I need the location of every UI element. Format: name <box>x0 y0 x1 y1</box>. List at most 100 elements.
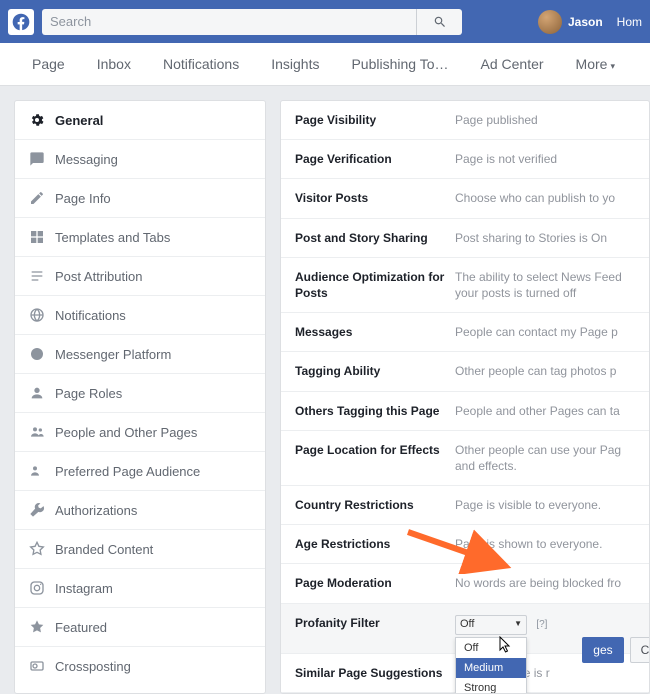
sidebar-item-label: Post Attribution <box>55 269 142 284</box>
settings-label: Visitor Posts <box>295 190 455 206</box>
option-medium[interactable]: Medium <box>456 658 526 678</box>
option-strong[interactable]: Strong <box>456 678 526 694</box>
nav-home[interactable]: Hom <box>617 15 642 29</box>
sidebar-item-post-attribution[interactable]: Post Attribution <box>15 257 265 296</box>
settings-label: Post and Story Sharing <box>295 230 455 246</box>
crosspost-icon <box>29 658 45 674</box>
user-area: Jason Hom <box>538 10 642 34</box>
settings-value: The ability to select News Feed your pos… <box>455 269 635 301</box>
settings-value: Page is not verified <box>455 151 635 167</box>
settings-label: Page Moderation <box>295 575 455 591</box>
option-off[interactable]: Off <box>456 638 526 658</box>
user-name[interactable]: Jason <box>568 15 603 29</box>
row-post-and-story-sharing[interactable]: Post and Story SharingPost sharing to St… <box>281 219 649 258</box>
sidebar-item-templates-and-tabs[interactable]: Templates and Tabs <box>15 218 265 257</box>
sidebar-item-preferred-page-audience[interactable]: Preferred Page Audience <box>15 452 265 491</box>
top-bar: Jason Hom <box>0 0 650 43</box>
sidebar-item-branded-content[interactable]: Branded Content <box>15 530 265 569</box>
audience-icon <box>29 463 45 479</box>
settings-label: Tagging Ability <box>295 363 455 379</box>
sidebar-item-label: Crossposting <box>55 659 131 674</box>
search-input[interactable] <box>42 9 416 35</box>
row-page-verification[interactable]: Page VerificationPage is not verified <box>281 140 649 179</box>
sidebar-item-authorizations[interactable]: Authorizations <box>15 491 265 530</box>
settings-value: Page is visible to everyone. <box>455 497 635 513</box>
search-icon <box>433 15 447 29</box>
settings-panel: Page VisibilityPage publishedPage Verifi… <box>280 100 650 694</box>
pencil-icon <box>29 190 45 206</box>
people-icon <box>29 424 45 440</box>
settings-label: Profanity Filter <box>295 615 455 635</box>
chat-icon <box>29 346 45 362</box>
settings-label: Country Restrictions <box>295 497 455 513</box>
globe-icon <box>29 307 45 323</box>
secondary-nav: PageInboxNotificationsInsightsPublishing… <box>0 43 650 86</box>
row-profanity-filter: Profanity Filter Off ▼ [?] OffMediumStro… <box>281 604 649 654</box>
nav-item-publishingto[interactable]: Publishing To… <box>335 56 464 72</box>
message-icon <box>29 151 45 167</box>
row-messages[interactable]: MessagesPeople can contact my Page p <box>281 313 649 352</box>
cancel-button[interactable]: Cancel <box>630 637 650 663</box>
row-others-tagging-this-page[interactable]: Others Tagging this PagePeople and other… <box>281 392 649 431</box>
sidebar-item-label: Messenger Platform <box>55 347 171 362</box>
nav-item-more[interactable]: More▾ <box>560 56 631 72</box>
sidebar-item-people-and-other-pages[interactable]: People and Other Pages <box>15 413 265 452</box>
row-country-restrictions[interactable]: Country RestrictionsPage is visible to e… <box>281 486 649 525</box>
row-audience-optimization-for-posts[interactable]: Audience Optimization for PostsThe abili… <box>281 258 649 313</box>
row-page-moderation[interactable]: Page ModerationNo words are being blocke… <box>281 564 649 603</box>
sidebar-item-label: Page Roles <box>55 386 122 401</box>
person-icon <box>29 385 45 401</box>
chevron-down-icon: ▼ <box>514 619 522 630</box>
sidebar-item-label: Messaging <box>55 152 118 167</box>
nav-item-adcenter[interactable]: Ad Center <box>465 56 560 72</box>
button-row: ges Cancel <box>582 637 650 663</box>
sidebar-item-messenger-platform[interactable]: Messenger Platform <box>15 335 265 374</box>
settings-value: People and other Pages can ta <box>455 403 635 419</box>
settings-label: Messages <box>295 324 455 340</box>
templates-icon <box>29 229 45 245</box>
row-page-location-for-effects[interactable]: Page Location for EffectsOther people ca… <box>281 431 649 486</box>
settings-label: Audience Optimization for Posts <box>295 269 455 301</box>
row-tagging-ability[interactable]: Tagging AbilityOther people can tag phot… <box>281 352 649 391</box>
profanity-dropdown: OffMediumStrong <box>455 637 527 694</box>
save-button[interactable]: ges <box>582 637 623 663</box>
settings-value: Other people can use your Pag and effect… <box>455 442 635 474</box>
sidebar-item-label: Authorizations <box>55 503 137 518</box>
sidebar-item-instagram[interactable]: Instagram <box>15 569 265 608</box>
settings-label: Others Tagging this Page <box>295 403 455 419</box>
nav-item-notifications[interactable]: Notifications <box>147 56 255 72</box>
settings-label: Page Location for Effects <box>295 442 455 474</box>
avatar[interactable] <box>538 10 562 34</box>
sidebar-item-page-roles[interactable]: Page Roles <box>15 374 265 413</box>
facebook-logo[interactable] <box>8 9 34 35</box>
post-icon <box>29 268 45 284</box>
sidebar-item-label: Instagram <box>55 581 113 596</box>
sidebar-item-page-info[interactable]: Page Info <box>15 179 265 218</box>
settings-value: Post sharing to Stories is On <box>455 230 635 246</box>
wrench-icon <box>29 502 45 518</box>
nav-item-inbox[interactable]: Inbox <box>81 56 147 72</box>
nav-item-insights[interactable]: Insights <box>255 56 335 72</box>
row-page-visibility[interactable]: Page VisibilityPage published <box>281 101 649 140</box>
search-button[interactable] <box>416 9 462 35</box>
settings-label: Age Restrictions <box>295 536 455 552</box>
profanity-select[interactable]: Off ▼ <box>455 615 527 635</box>
sidebar-item-featured[interactable]: Featured <box>15 608 265 647</box>
sidebar-item-general[interactable]: General <box>15 101 265 140</box>
sidebar-item-notifications[interactable]: Notifications <box>15 296 265 335</box>
settings-label: Similar Page Suggestions <box>295 665 455 681</box>
star-outline-icon <box>29 541 45 557</box>
sidebar-item-label: Page Info <box>55 191 111 206</box>
sidebar-item-messaging[interactable]: Messaging <box>15 140 265 179</box>
row-visitor-posts[interactable]: Visitor PostsChoose who can publish to y… <box>281 179 649 218</box>
sidebar-item-label: People and Other Pages <box>55 425 197 440</box>
gear-icon <box>29 112 45 128</box>
settings-value: No words are being blocked fro <box>455 575 635 591</box>
settings-sidebar: General Messaging Page Info Templates and T… <box>14 100 266 694</box>
row-age-restrictions[interactable]: Age RestrictionsPage is shown to everyon… <box>281 525 649 564</box>
help-icon[interactable]: [?] <box>536 619 547 630</box>
nav-item-page[interactable]: Page <box>16 56 81 72</box>
sidebar-item-crossposting[interactable]: Crossposting <box>15 647 265 685</box>
star-icon <box>29 619 45 635</box>
sidebar-item-label: General <box>55 113 103 128</box>
